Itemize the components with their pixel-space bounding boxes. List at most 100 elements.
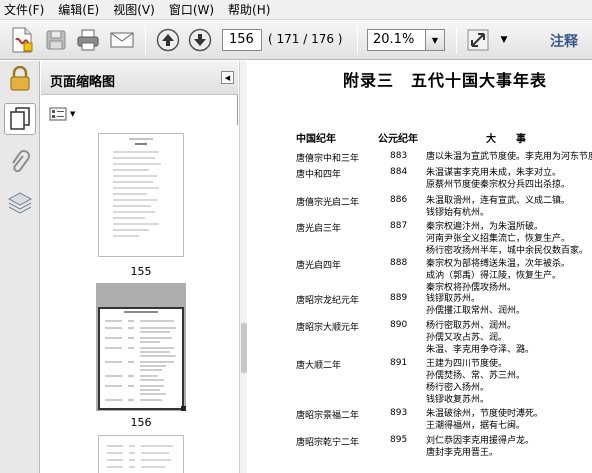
toolbar-menu-button[interactable]: ▼ [496, 26, 512, 54]
toolbar-separator [357, 26, 358, 54]
previous-page-button[interactable] [154, 26, 182, 54]
toolbar-separator [456, 26, 457, 54]
event-line: 王建为四川节度使。 [426, 359, 508, 369]
event-line: 杨行密攻扬州半年，城中余民仅数百家。 [426, 246, 589, 256]
toolbar-separator [145, 26, 146, 54]
envelope-icon [110, 32, 134, 48]
year-cell: 895 [390, 435, 408, 445]
year-cell: 883 [390, 151, 408, 161]
event-line: 朱温谋害李克用未成，朱李对立。 [426, 168, 562, 178]
thumbnail-page-157[interactable] [98, 435, 184, 473]
era-cell: 唐光启三年 [296, 224, 342, 234]
thumbnail-page-156[interactable] [98, 307, 184, 410]
page-number-input[interactable]: 156 [222, 29, 262, 51]
selected-page-band [98, 287, 184, 307]
printer-icon [77, 29, 99, 51]
event-line: 朱温、李克用争夺泽、潞。 [426, 345, 535, 355]
era-cell: 唐昭宗龙纪元年 [296, 296, 360, 306]
events-cell: 朱温谋害李克用未成，朱李对立。 原蔡州节度使秦宗权分兵四出杀掠。 [426, 167, 570, 191]
events-cell: 钱镠取苏州。 孙儒攫江取常州、润州。 [426, 293, 525, 317]
era-cell: 唐昭宗大顺元年 [296, 323, 360, 333]
thumbnail-label: 155 [130, 265, 152, 278]
events-cell: 秦宗权为部将缚送朱温，次年被杀。 成汭（郭禹）得江陵，恢复生产。 秦宗权将孙儒攻扬州… [426, 258, 570, 294]
expand-icon [467, 29, 489, 51]
event-line: 杨行密取苏州、润州。 [426, 321, 517, 331]
zoom-input[interactable]: 20.1% [368, 30, 426, 50]
event-line: 秦宗权为部将缚送朱温，次年被杀。 [426, 259, 571, 269]
thumbnail-label: 156 [130, 416, 152, 429]
toolbar: 156 ( 171 / 176 ) 20.1% ▼ ▼ 注释 [0, 20, 592, 60]
options-list-icon [49, 107, 67, 121]
event-line: 唐封李克用晋王。 [426, 448, 499, 458]
panel-splitter[interactable] [239, 61, 247, 473]
year-cell: 886 [390, 195, 408, 205]
fit-page-button[interactable] [464, 26, 492, 54]
resize-handle[interactable] [181, 406, 186, 411]
event-line: 秦宗权遍汴州，为朱温所破。 [426, 222, 544, 232]
era-cell: 唐僖宗光启二年 [296, 198, 360, 208]
layers-button[interactable] [4, 187, 36, 219]
splitter-grip[interactable] [241, 323, 247, 373]
create-pdf-button[interactable] [8, 26, 36, 54]
events-cell: 朱温破徐州，节度使时溥死。 王潮得福州，据有七闽。 [426, 408, 543, 432]
chevron-down-icon: ▼ [500, 35, 508, 45]
menu-view[interactable]: 视图(V) [113, 1, 155, 18]
era-cell: 唐大顺二年 [296, 361, 342, 371]
event-line: 杨行密入扬州。 [426, 383, 490, 393]
year-cell: 890 [390, 320, 408, 330]
thumbnail-panel: 页面缩略图 ◀ ▼ 155 156 [41, 61, 238, 473]
events-cell: 刘仁恭因李克用援得卢龙。 唐封李克用晋王。 [426, 435, 534, 459]
chevron-down-icon: ▼ [70, 110, 76, 118]
event-line: 孙儒焚扬、常、苏三州。 [426, 371, 526, 381]
era-cell: 唐昭宗乾宁二年 [296, 438, 360, 448]
lock-icon [10, 66, 30, 91]
paperclip-icon [12, 150, 30, 173]
navigation-strip [0, 61, 40, 473]
year-cell: 884 [390, 167, 408, 177]
page-count-label: ( 171 / 176 ) [268, 32, 343, 46]
year-cell: 888 [390, 258, 408, 268]
menu-bar: 文件(F) 编辑(E) 视图(V) 窗口(W) 帮助(H) [0, 0, 592, 20]
attachments-button[interactable] [4, 147, 36, 179]
era-cell: 唐中和四年 [296, 170, 342, 180]
thumbnail-options-button[interactable]: ▼ [49, 106, 77, 122]
chevron-down-icon[interactable]: ▼ [425, 30, 444, 50]
collapse-panel-button[interactable]: ◀ [221, 71, 234, 84]
year-cell: 887 [390, 221, 408, 231]
event-line: 成汭（郭禹）得江陵，恢复生产。 [426, 271, 562, 281]
era-cell: 唐僖宗中和三年 [296, 154, 360, 164]
email-button[interactable] [108, 26, 136, 54]
era-cell: 唐光启四年 [296, 261, 342, 271]
events-cell: 秦宗权遍汴州，为朱温所破。 河南尹张全义招集流亡，恢复生产。 杨行密攻扬州半年，城中… [426, 221, 588, 257]
annotate-button[interactable]: 注释 [550, 31, 578, 51]
print-button[interactable] [74, 26, 102, 54]
save-button[interactable] [42, 26, 70, 54]
event-line: 唐以朱温为宣武节度使。李克用为河东节度使。 [426, 152, 592, 162]
events-cell: 杨行密取苏州、润州。 孙儒又攻占苏、润。朱温、李克用争夺泽、潞。 [426, 320, 534, 356]
events-cell: 王建为四川节度使。孙儒焚扬、常、苏三州。 杨行密入扬州。 钱镠收复苏州。 [426, 358, 525, 406]
event-line: 原蔡州节度使秦宗权分兵四出杀掠。 [426, 180, 571, 190]
event-line: 钱镠收复苏州。 [426, 395, 490, 405]
zoom-select[interactable]: 20.1% ▼ [367, 29, 445, 51]
page-preview [113, 138, 161, 237]
era-cell: 唐昭宗景福二年 [296, 411, 360, 421]
events-cell: 朱温取滑州，连有宣武、义成二镇。 钱镠始有杭州。 [426, 195, 570, 219]
next-page-button[interactable] [186, 26, 214, 54]
year-cell: 893 [390, 408, 408, 418]
page-thumbnails-button[interactable] [4, 103, 36, 135]
thumbnail-page-155[interactable] [98, 133, 184, 257]
column-header-year: 公元纪年 [378, 134, 418, 145]
menu-window[interactable]: 窗口(W) [169, 1, 214, 18]
event-line: 朱温取滑州，连有宣武、义成二镇。 [426, 196, 571, 206]
security-button[interactable] [4, 63, 36, 95]
menu-file[interactable]: 文件(F) [4, 1, 44, 18]
event-line: 刘仁恭因李克用援得卢龙。 [426, 436, 535, 446]
event-line: 孙儒又攻占苏、润。 [426, 333, 508, 343]
save-icon [46, 30, 66, 50]
document-page: 附录三 五代十国大事年表 中国纪年 公元纪年 大 事 唐僖宗中和三年 883 唐以朱… [248, 61, 592, 473]
event-line: 朱温破徐州，节度使时溥死。 [426, 409, 544, 419]
event-line: 孙儒攫江取常州、润州。 [426, 306, 526, 316]
menu-help[interactable]: 帮助(H) [228, 1, 270, 18]
column-header-events: 大 事 [486, 134, 526, 145]
menu-edit[interactable]: 编辑(E) [58, 1, 99, 18]
